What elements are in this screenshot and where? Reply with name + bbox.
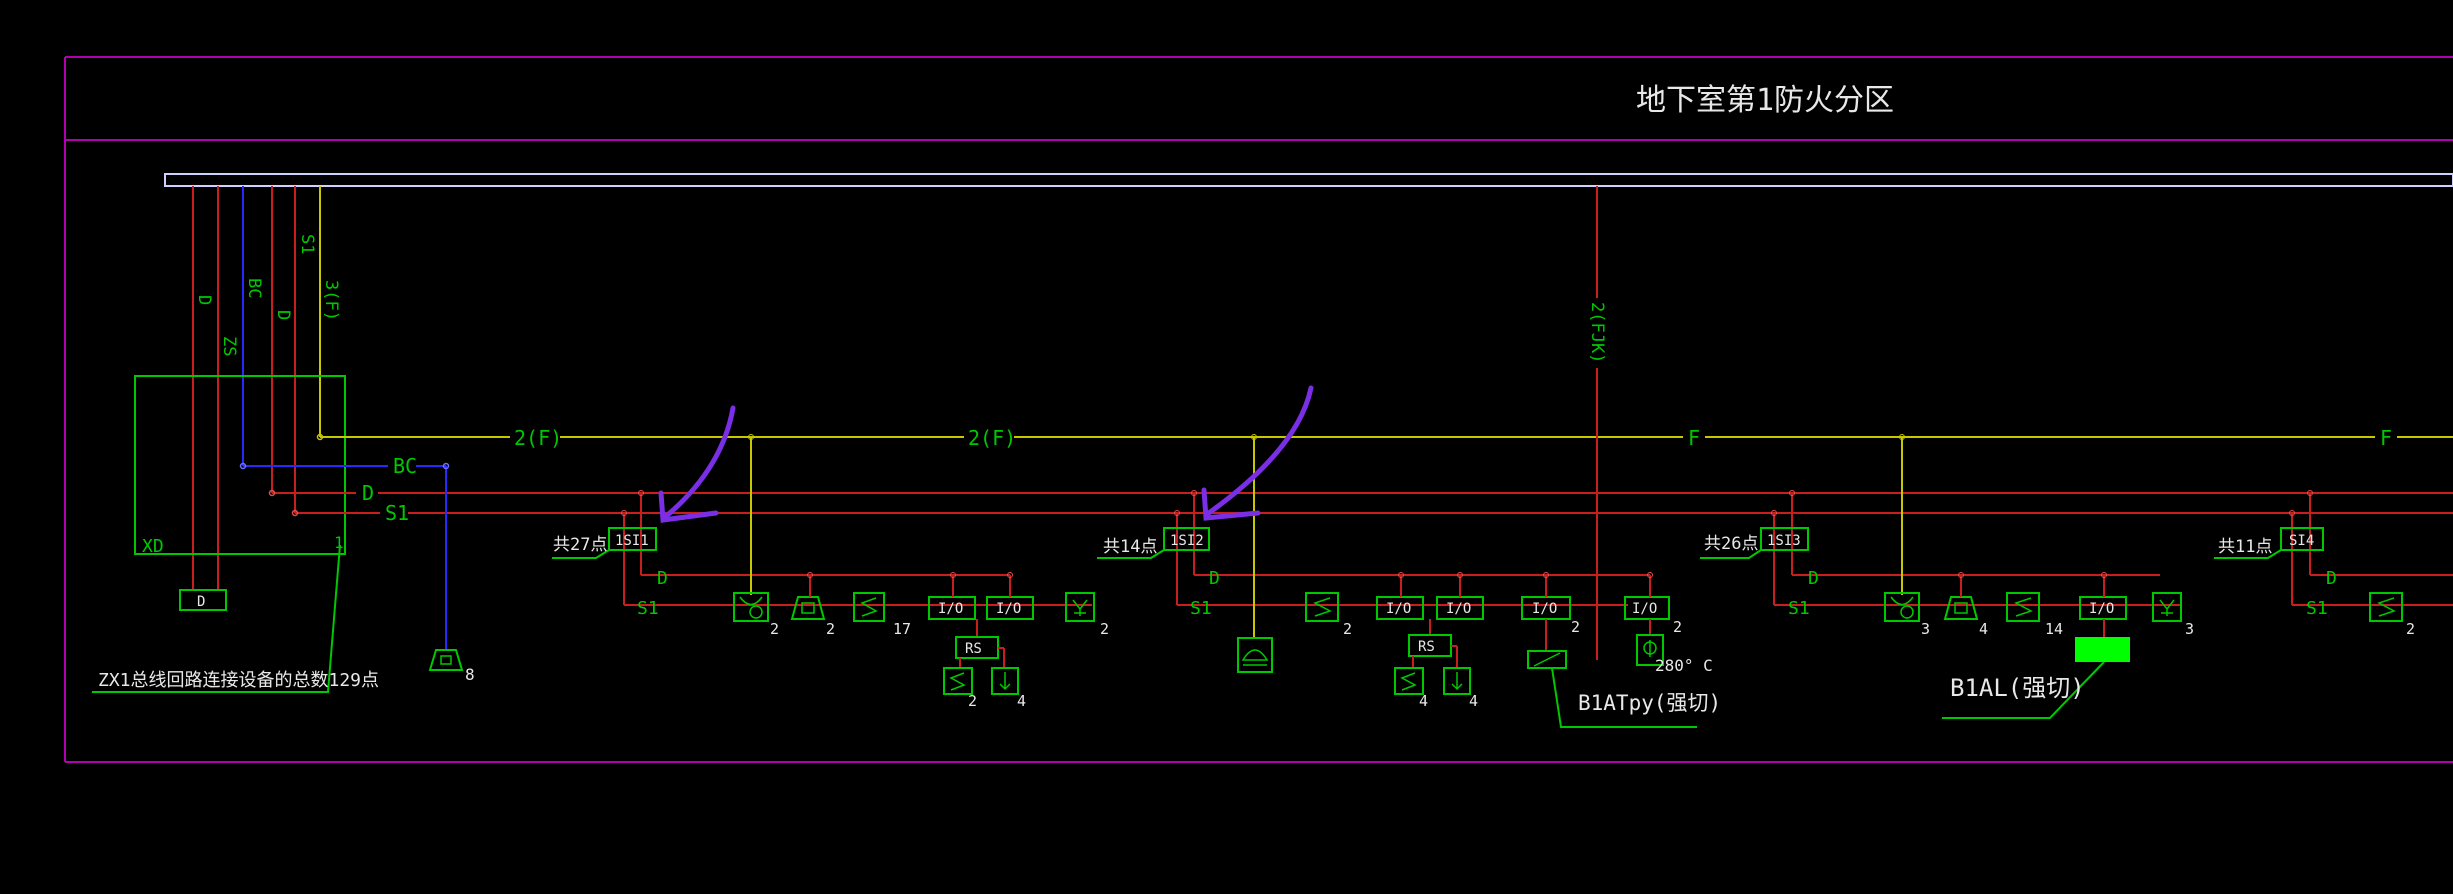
device-count: 3	[1921, 620, 1930, 638]
device-count: 2	[826, 620, 835, 638]
down-arrow-icon: 4	[991, 667, 1026, 710]
heat-detector-icon: 2	[943, 667, 977, 710]
telephone-icon	[1237, 637, 1273, 673]
f-line-label-3: F	[1688, 426, 1700, 450]
heat-detector-icon: 17	[853, 592, 911, 638]
loop-d-label: D	[1209, 568, 1220, 589]
device-count: 4	[1017, 692, 1026, 710]
bc-device-count: 8	[465, 665, 475, 684]
down-arrow-icon: 4	[1443, 667, 1478, 710]
io-module-icon: I/O	[928, 596, 976, 620]
f-line-label-2: 2(F)	[968, 426, 1016, 450]
loop-module-label: 1SI1	[615, 533, 649, 549]
device-count: 4	[1419, 692, 1428, 710]
panel-sub-box-label: D	[197, 594, 205, 610]
loop-module-label: 1SI2	[1170, 533, 1204, 549]
annotation-arrow-1	[658, 405, 736, 523]
io-label: I/O	[1532, 601, 1557, 617]
device-count: 2	[1673, 618, 1682, 636]
rs-label: RS	[1418, 639, 1435, 655]
heat-detector-icon: 4	[1394, 667, 1428, 710]
io-label: I/O	[996, 601, 1021, 617]
loop-s1-label: S1	[1190, 598, 1212, 619]
riser-labels: D ZS BC D S1 3(F)	[194, 234, 341, 356]
device-count: 2	[1571, 618, 1580, 636]
riser-label-3f: 3(F)	[321, 280, 341, 321]
riser-label-d1: D	[194, 295, 214, 305]
f-line-label-4: F	[2380, 426, 2392, 450]
device-count: 14	[2045, 620, 2063, 638]
strong-cut-box	[2075, 637, 2130, 662]
loop-s1-label: S1	[2306, 598, 2328, 619]
loop-count: 共11点	[2218, 537, 2272, 557]
f-line-label-1: 2(F)	[514, 426, 562, 450]
panel-total-note: ZX1总线回路连接设备的总数129点	[98, 670, 379, 691]
main-bus-bar	[164, 173, 2453, 187]
io-module-icon: I/O	[986, 596, 1034, 620]
cabinet-label: B1AL(强切)	[1950, 674, 2085, 702]
loop-module-label: SI4	[2289, 533, 2314, 549]
device-count: 2	[2406, 620, 2415, 638]
bc-line-label: BC	[393, 454, 417, 478]
device-count: 17	[893, 620, 911, 638]
device-count: 2	[770, 620, 779, 638]
io-module-icon: I/O	[1436, 596, 1484, 620]
device-count: 2	[1343, 620, 1352, 638]
device-count: 4	[1469, 692, 1478, 710]
loop-d-label: D	[2326, 568, 2337, 589]
io-module-icon: I/O	[1376, 596, 1424, 620]
device-count: 4	[1979, 620, 1988, 638]
io-label: I/O	[1632, 601, 1657, 617]
hydrant-button-icon: 2	[1065, 592, 1109, 638]
device-count: 3	[2185, 620, 2194, 638]
loop-s1-label: S1	[637, 598, 659, 619]
rs-label: RS	[965, 641, 982, 657]
io-module-icon: I/O 2	[1624, 596, 1682, 636]
manual-alarm-icon: 4	[1943, 596, 1988, 638]
heat-detector-icon: 2	[2369, 592, 2415, 638]
loop-1: 1SI1 共27点 D S1 2 2 17 I/O I/O 2 RS 2 4	[552, 434, 1109, 710]
cabinet-label: B1ATpy(强切)	[1578, 691, 1721, 715]
io-label: I/O	[1446, 601, 1471, 617]
riser-label-bc: BC	[244, 278, 264, 298]
loop-module-label: 1SI3	[1767, 533, 1801, 549]
smoke-detector-icon: 2	[733, 592, 779, 638]
loop-count: 共27点	[553, 535, 607, 555]
io-module-icon: I/O	[2079, 596, 2127, 620]
heat-detector-icon: 2	[1305, 592, 1352, 638]
io-module-icon: I/O 2	[1521, 596, 1580, 636]
damper-temp-label: 280° C	[1655, 656, 1713, 675]
loop-count: 共26点	[1704, 534, 1758, 554]
loop-d-label: D	[657, 568, 668, 589]
loop-3: 1SI3 共26点 D S1 3 4 14 I/O 3 B1AL(强切)	[1700, 434, 2194, 719]
loop-count: 共14点	[1103, 537, 1157, 557]
fire-alarm-system-diagram: 地下室第1防火分区 D ZS BC D S1 3(F) XD 1 D ZX1总线…	[64, 56, 2453, 763]
hydrant-button-icon: 3	[2152, 592, 2194, 638]
fjk-riser-label: 2(FJK)	[1587, 302, 1607, 363]
io-label: I/O	[1386, 601, 1411, 617]
device-count: 2	[1100, 620, 1109, 638]
s1-line-label: S1	[385, 501, 409, 525]
manual-alarm-icon: 2	[790, 596, 835, 638]
sounder-icon	[428, 649, 464, 671]
riser-label-d2: D	[273, 310, 293, 320]
device-count: 2	[968, 692, 977, 710]
drawing-title: 地下室第1防火分区	[1636, 83, 1894, 118]
d-line-label: D	[362, 481, 374, 505]
io-label: I/O	[938, 601, 963, 617]
riser-label-zs: ZS	[219, 336, 239, 356]
loop-s1-label: S1	[1788, 598, 1810, 619]
loop-2: 1SI2 共14点 D S1 2 I/O I/O I/O 2 I/O 2 RS …	[1097, 434, 1721, 728]
heat-detector-icon: 14	[2006, 592, 2063, 638]
bc-device: 8	[428, 649, 475, 684]
loop-d-label: D	[1808, 568, 1819, 589]
io-label: I/O	[2089, 601, 2114, 617]
smoke-detector-icon: 3	[1884, 592, 1930, 638]
panel-name: XD	[142, 536, 164, 557]
annotation-arrow-2	[1201, 385, 1314, 521]
riser-label-s1: S1	[297, 234, 317, 254]
